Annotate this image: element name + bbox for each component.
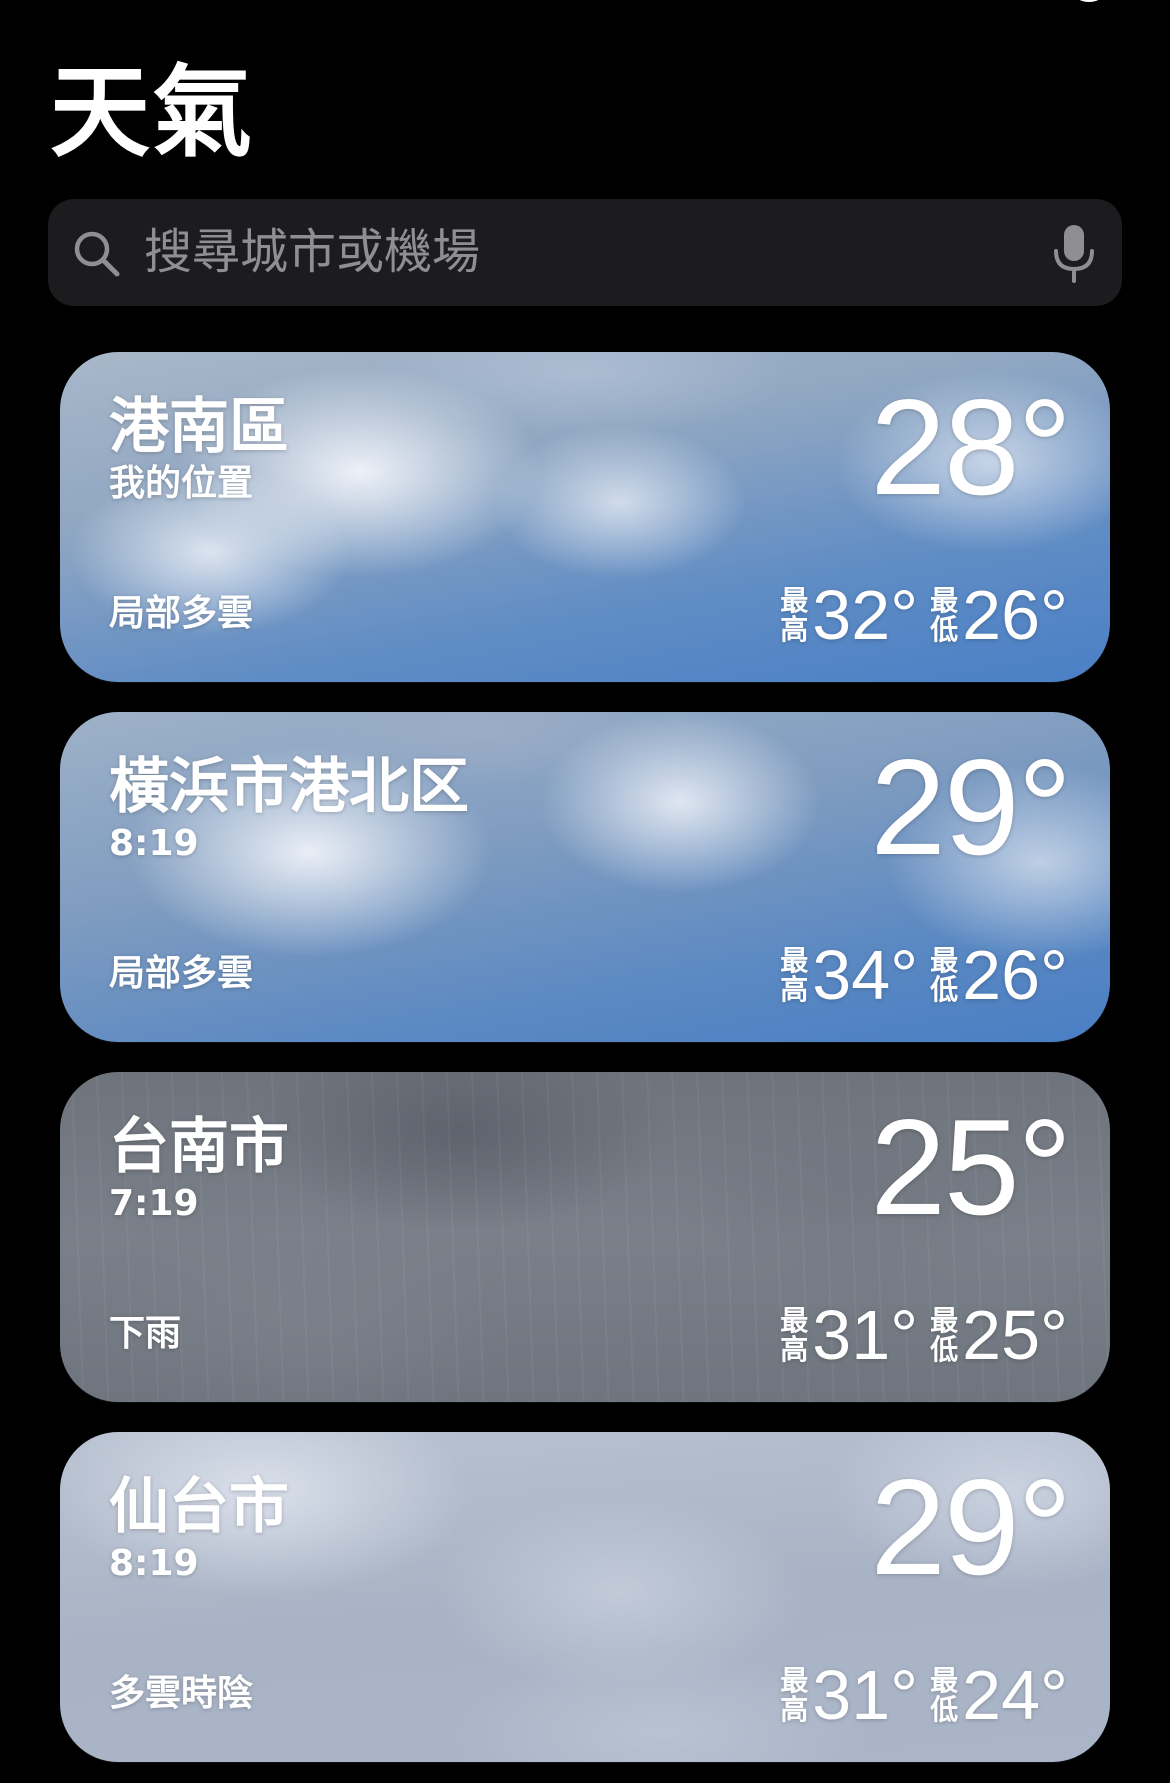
weather-condition: 下雨 xyxy=(109,1313,182,1354)
low-label: 最低 xyxy=(930,1664,959,1726)
city-name: 台南市 xyxy=(109,1112,289,1182)
current-temperature: 29° xyxy=(870,731,1072,883)
current-temperature: 25° xyxy=(870,1091,1072,1243)
high-label: 最高 xyxy=(780,1304,809,1366)
local-time: 8:19 xyxy=(109,1543,199,1584)
low-label: 最低 xyxy=(930,944,959,1006)
more-options-button[interactable] xyxy=(1066,0,1112,8)
low-label: 最低 xyxy=(930,584,959,646)
local-time: 7:19 xyxy=(109,1183,199,1224)
page-title: 天氣 xyxy=(50,54,254,171)
current-temperature: 29° xyxy=(870,1451,1072,1603)
city-name: 仙台市 xyxy=(109,1472,289,1542)
low-temperature: 26° xyxy=(962,936,1068,1014)
high-label: 最高 xyxy=(780,1664,809,1726)
weather-app: 天氣 港南區 我的位置 局部多雲 28° 最高 32° xyxy=(0,0,1170,1783)
high-low-temperatures: 最高 31° 最低 25° xyxy=(780,1300,1068,1370)
search-input[interactable] xyxy=(144,221,1004,283)
high-low-temperatures: 最高 34° 最低 26° xyxy=(780,940,1068,1010)
current-temperature: 28° xyxy=(870,371,1072,523)
microphone-icon[interactable] xyxy=(1052,223,1096,285)
high-temperature: 31° xyxy=(812,1296,919,1374)
location-card-3[interactable]: 台南市 7:19 下雨 25° 最高 31° 最低 25° xyxy=(60,1072,1110,1402)
low-temperature: 24° xyxy=(962,1656,1068,1734)
ellipsis-circle-icon xyxy=(1079,0,1099,2)
location-card-2[interactable]: 橫浜市港北区 8:19 局部多雲 29° 最高 34° 最低 26° xyxy=(60,712,1110,1042)
low-temperature: 25° xyxy=(962,1296,1068,1374)
high-low-temperatures: 最高 31° 最低 24° xyxy=(780,1660,1068,1730)
weather-condition: 多雲時陰 xyxy=(109,1673,254,1714)
high-temperature: 34° xyxy=(812,936,919,1014)
low-temperature: 26° xyxy=(962,576,1068,654)
location-card-1[interactable]: 港南區 我的位置 局部多雲 28° 最高 32° 最低 26° xyxy=(60,352,1110,682)
location-card-4[interactable]: 仙台市 8:19 多雲時陰 29° 最高 31° 最低 24° xyxy=(60,1432,1110,1762)
my-location-label: 我的位置 xyxy=(109,463,254,504)
city-name: 橫浜市港北区 xyxy=(109,752,469,822)
search-bar[interactable] xyxy=(48,199,1122,306)
weather-condition: 局部多雲 xyxy=(109,593,254,634)
local-time: 8:19 xyxy=(109,823,199,864)
city-name: 港南區 xyxy=(109,392,289,462)
high-label: 最高 xyxy=(780,944,809,1006)
high-low-temperatures: 最高 32° 最低 26° xyxy=(780,580,1068,650)
high-temperature: 32° xyxy=(812,576,919,654)
high-temperature: 31° xyxy=(812,1656,919,1734)
weather-condition: 局部多雲 xyxy=(109,953,254,994)
search-icon xyxy=(70,227,124,281)
high-label: 最高 xyxy=(780,584,809,646)
low-label: 最低 xyxy=(930,1304,959,1366)
